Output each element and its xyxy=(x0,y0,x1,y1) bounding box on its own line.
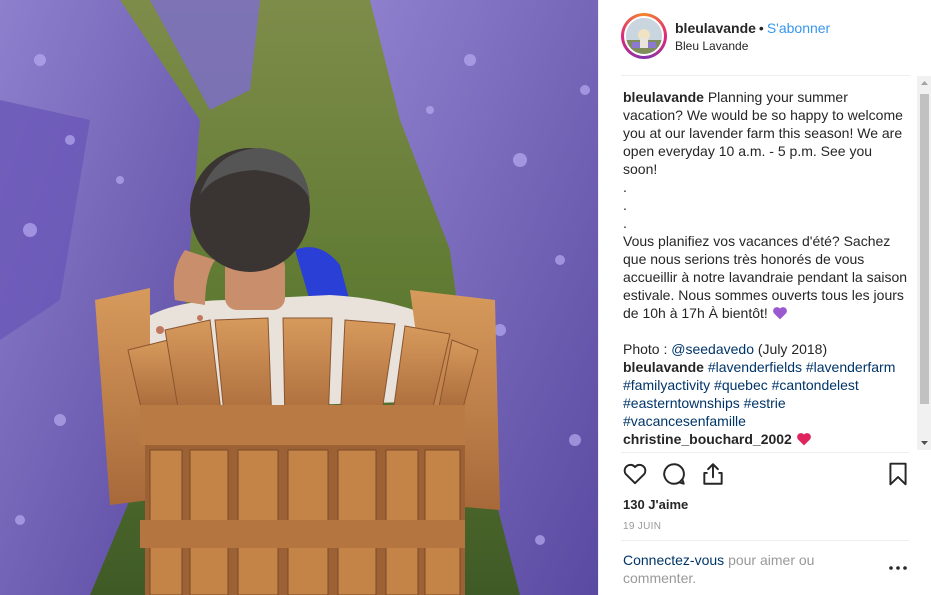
post-date[interactable]: 19 juin xyxy=(623,521,661,532)
hashtag-comment: bleulavande #lavenderfields #lavenderfar… xyxy=(623,358,908,430)
comments-area[interactable]: bleulavande Planning your summer vacatio… xyxy=(623,88,908,450)
ellipsis-icon[interactable] xyxy=(886,560,910,576)
login-link[interactable]: Connectez-vous xyxy=(623,552,724,568)
caption-dot-2: . xyxy=(623,197,627,213)
hashtag-link[interactable]: #quebec xyxy=(714,377,768,393)
scroll-up-arrow-icon[interactable] xyxy=(917,76,931,91)
caption-french-paragraph: Vous planifiez vos vacances d'été? Sache… xyxy=(623,232,908,322)
post-side-panel: bleulavande • S'abonner Bleu Lavande bleul… xyxy=(598,0,931,595)
hashtag-link[interactable]: #easterntownships xyxy=(623,395,740,411)
hashtag-link[interactable]: #vacancesenfamille xyxy=(623,413,746,429)
post-actions-bar xyxy=(621,460,911,490)
hashtag-link[interactable]: #familyactivity xyxy=(623,377,710,393)
share-upload-icon[interactable] xyxy=(700,461,726,487)
purple-heart-emoji-icon xyxy=(772,307,787,320)
caption-dot-1: . xyxy=(623,179,627,195)
post-photo[interactable] xyxy=(0,0,598,595)
header-username-link[interactable]: bleulavande xyxy=(675,20,756,36)
caption-username-link[interactable]: bleulavande xyxy=(623,89,704,105)
header-user-line: bleulavande • S'abonner xyxy=(675,20,830,36)
second-comment: christine_bouchard_2002 xyxy=(623,430,908,448)
hashtag-comment-username-link[interactable]: bleulavande xyxy=(623,359,704,375)
avatar[interactable] xyxy=(624,16,664,56)
hashtag-link[interactable]: #lavenderfarm xyxy=(806,359,896,375)
post-header: bleulavande • S'abonner Bleu Lavande xyxy=(599,0,931,76)
location-link[interactable]: Bleu Lavande xyxy=(675,39,748,53)
login-prompt: Connectez-vous pour aimer ou commenter. xyxy=(623,551,863,587)
actions-divider xyxy=(621,452,909,453)
comment2-username-link[interactable]: christine_bouchard_2002 xyxy=(623,431,792,447)
heart-outline-icon[interactable] xyxy=(622,461,648,487)
photo-credit-handle-link[interactable]: @seedavedo xyxy=(671,341,754,357)
bookmark-icon[interactable] xyxy=(885,461,911,487)
photo-credit-prefix: Photo : xyxy=(623,341,668,357)
photo-credit-suffix: (July 2018) xyxy=(757,341,828,357)
red-heart-emoji-icon xyxy=(796,433,811,446)
comments-scrollbar[interactable] xyxy=(917,76,931,450)
likes-count[interactable]: 130 J'aime xyxy=(623,497,688,512)
caption-dot-3: . xyxy=(623,215,627,231)
header-divider xyxy=(621,75,910,76)
caption-text-fr: Vous planifiez vos vacances d'été? Sache… xyxy=(623,233,908,321)
scroll-down-arrow-icon[interactable] xyxy=(917,435,931,450)
post-photo-image xyxy=(0,0,598,595)
caption-comment: bleulavande Planning your summer vacatio… xyxy=(623,88,908,178)
scrollbar-thumb[interactable] xyxy=(920,94,929,404)
header-separator: • xyxy=(758,20,764,36)
photo-credit-line: Photo : @seedavedo (July 2018) xyxy=(623,340,908,358)
follow-button[interactable]: S'abonner xyxy=(767,20,830,36)
speech-bubble-icon[interactable] xyxy=(661,461,687,487)
hashtag-link[interactable]: #estrie xyxy=(744,395,786,411)
hashtag-link[interactable]: #cantondelest xyxy=(772,377,859,393)
avatar-story-ring[interactable] xyxy=(621,13,667,59)
hashtag-link[interactable]: #lavenderfields xyxy=(708,359,802,375)
avatar-image xyxy=(626,18,662,54)
login-divider xyxy=(621,540,909,541)
